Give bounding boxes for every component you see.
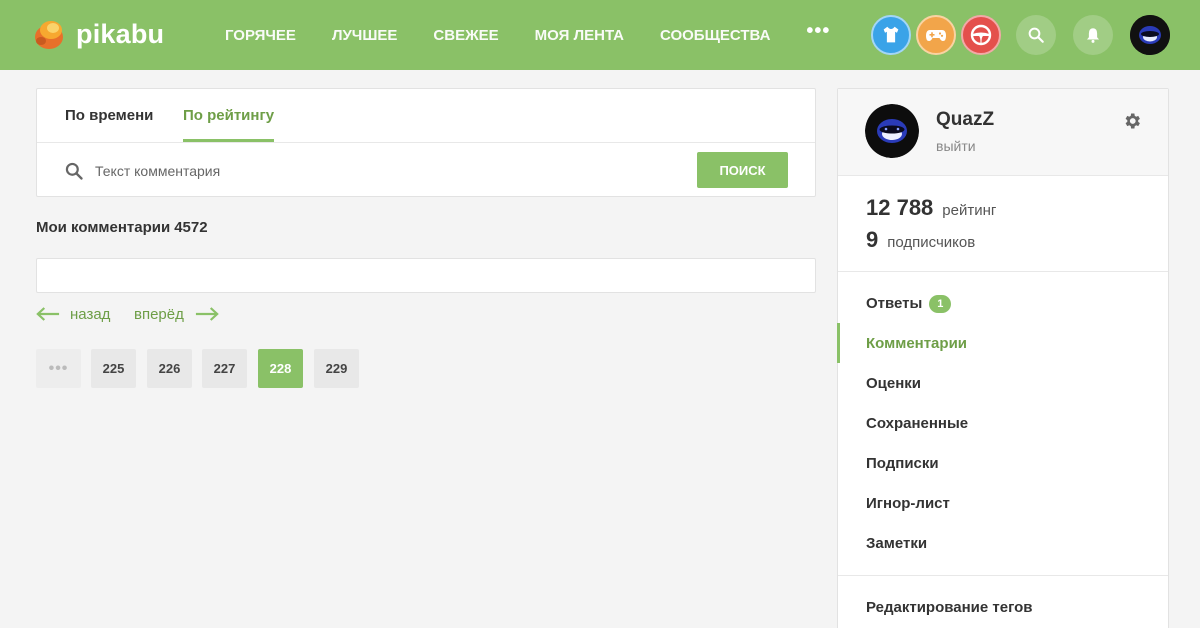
page-228-current[interactable]: 228	[258, 349, 303, 388]
page-229[interactable]: 229	[314, 349, 359, 388]
pager-forward-link[interactable]: вперёд	[134, 303, 219, 325]
menu-notes[interactable]: Заметки	[866, 535, 927, 552]
logo[interactable]: pikabu	[34, 16, 164, 52]
page-ellipsis[interactable]: •••	[36, 349, 81, 388]
active-menu-indicator	[837, 323, 840, 363]
steering-wheel-icon	[970, 24, 992, 46]
page-227[interactable]: 227	[202, 349, 247, 388]
comments-list-empty	[36, 258, 816, 293]
top-header: pikabu Горячее Лучшее Свежее Моя лента С…	[0, 0, 1200, 70]
user-avatar-icon	[1130, 15, 1170, 55]
logout-link[interactable]: выйти	[936, 138, 976, 154]
logo-text: pikabu	[76, 18, 165, 49]
gear-icon[interactable]	[1122, 111, 1142, 131]
menu-ignore-list[interactable]: Игнор-лист	[866, 495, 950, 512]
avatar[interactable]	[865, 104, 919, 158]
page-225[interactable]: 225	[91, 349, 136, 388]
comment-search-input[interactable]	[95, 153, 675, 189]
menu-ratings[interactable]: Оценки	[866, 375, 921, 392]
profile-header: QuazZ выйти	[838, 89, 1168, 176]
pager-forward-label: вперёд	[134, 305, 184, 323]
header-avatar[interactable]	[1130, 15, 1170, 55]
menu-answers[interactable]: Ответы 1	[866, 295, 952, 313]
rating-label: рейтинг	[942, 202, 997, 219]
search-button[interactable]: Поиск	[697, 152, 788, 188]
tabs-divider	[37, 142, 815, 143]
header-search-button[interactable]	[1016, 15, 1056, 55]
main-nav: Горячее Лучшее Свежее Моя лента Сообщест…	[207, 0, 848, 70]
profile-stats: 12 788 рейтинг 9 подписчиков	[838, 176, 1168, 272]
nav-my-feed[interactable]: Моя лента	[517, 27, 642, 44]
profile-sidebar: QuazZ выйти 12 788 рейтинг 9 подписчиков…	[837, 88, 1169, 628]
nav-best[interactable]: Лучшее	[314, 27, 415, 44]
my-comments-title: Мои комментарии	[36, 219, 171, 236]
search-icon	[65, 162, 83, 180]
tshirt-community-button[interactable]	[871, 15, 911, 55]
subscribers-value: 9	[866, 227, 879, 252]
menu-answers-label: Ответы	[866, 295, 923, 312]
menu-saved[interactable]: Сохраненные	[866, 415, 968, 432]
rating-stat: 12 788 рейтинг	[866, 195, 996, 221]
arrow-left-icon	[36, 307, 60, 321]
my-comments-count: 4572	[174, 219, 208, 236]
comments-filter-card: По времени По рейтингу Поиск	[36, 88, 816, 197]
pikabu-logo-icon	[35, 21, 63, 49]
subscribers-stat[interactable]: 9 подписчиков	[866, 227, 975, 253]
menu-subscriptions[interactable]: Подписки	[866, 455, 939, 472]
menu-edit-tags[interactable]: Редактирование тегов	[866, 599, 1033, 616]
nav-communities[interactable]: Сообщества	[642, 27, 788, 44]
subscribers-label: подписчиков	[887, 234, 976, 251]
tab-by-time[interactable]: По времени	[65, 89, 153, 142]
pager-back-link[interactable]: назад	[36, 303, 110, 325]
nav-more-button[interactable]: •••	[788, 21, 848, 41]
menu-comments[interactable]: Комментарии	[866, 335, 967, 352]
username[interactable]: QuazZ	[936, 109, 994, 131]
search-icon	[1028, 27, 1044, 43]
games-community-button[interactable]	[916, 15, 956, 55]
nav-fresh[interactable]: Свежее	[415, 27, 516, 44]
arrow-right-icon	[195, 307, 219, 321]
cars-community-button[interactable]	[961, 15, 1001, 55]
notifications-button[interactable]	[1073, 15, 1113, 55]
sidebar-divider	[838, 575, 1168, 576]
answers-badge: 1	[929, 295, 952, 313]
my-comments-heading: Мои комментарии 4572	[36, 219, 208, 236]
bell-icon	[1087, 28, 1099, 43]
rating-value: 12 788	[866, 195, 934, 220]
tab-by-rating[interactable]: По рейтингу	[183, 89, 275, 142]
user-avatar-icon	[865, 104, 919, 158]
shirt-icon	[883, 26, 899, 43]
page-226[interactable]: 226	[147, 349, 192, 388]
gamepad-icon	[926, 30, 946, 41]
nav-hot[interactable]: Горячее	[207, 27, 314, 44]
pager-back-label: назад	[70, 305, 111, 323]
